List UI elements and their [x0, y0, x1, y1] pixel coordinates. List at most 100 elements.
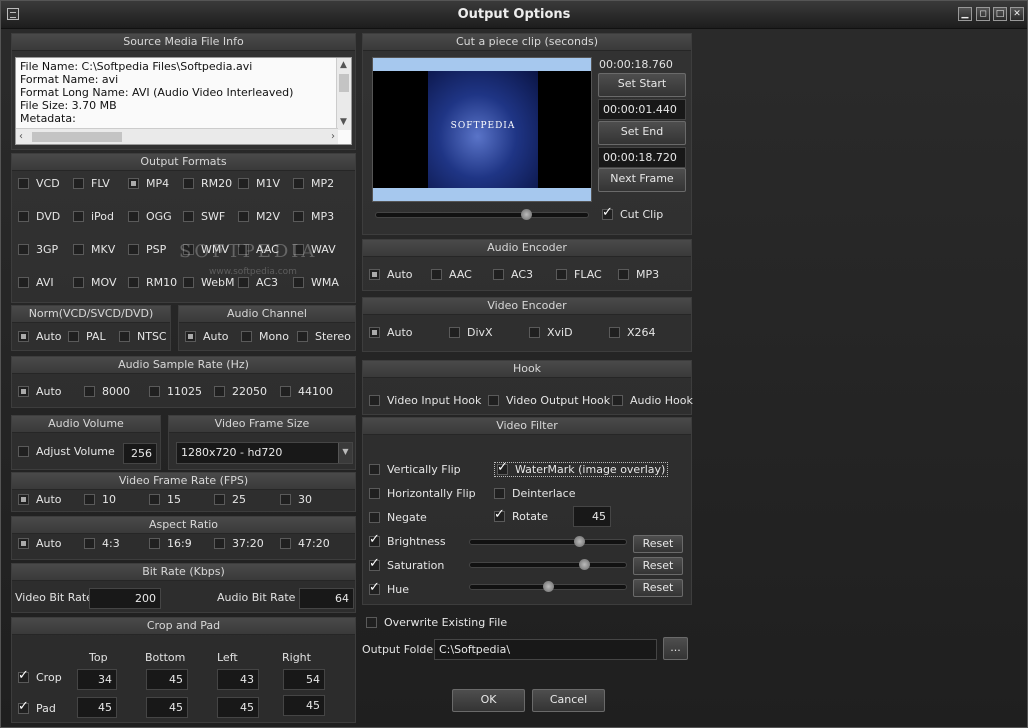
scroll-up-icon[interactable]: ▲ — [340, 59, 347, 72]
fps-10-radio[interactable]: 10 — [84, 493, 116, 506]
format-psp-radio[interactable]: PSP — [128, 243, 166, 256]
info-vertical-scrollbar[interactable]: ▲ ▼ — [336, 58, 351, 130]
set-start-button[interactable]: Set Start — [598, 73, 686, 97]
sample-22050-radio[interactable]: 22050 — [214, 385, 267, 398]
frame-size-select[interactable]: 1280x720 - hd720 ▼ — [176, 442, 353, 464]
pad-left-input[interactable]: 45 — [217, 697, 259, 718]
sample-8000-radio[interactable]: 8000 — [84, 385, 130, 398]
deinterlace-checkbox[interactable]: Deinterlace — [494, 487, 575, 500]
aspect-4-3-radio[interactable]: 4:3 — [84, 537, 120, 550]
crop-right-input[interactable]: 54 — [283, 669, 325, 690]
aenc-auto-radio[interactable]: Auto — [369, 268, 413, 281]
negate-checkbox[interactable]: Negate — [369, 511, 427, 524]
format-vcd-radio[interactable]: VCD — [18, 177, 60, 190]
info-horizontal-scrollbar[interactable]: ‹ › — [16, 128, 338, 144]
format-wma-radio[interactable]: WMA — [293, 276, 339, 289]
pad-checkbox[interactable]: Pad — [18, 699, 56, 715]
next-frame-button[interactable]: Next Frame — [598, 168, 686, 192]
format-swf-radio[interactable]: SWF — [183, 210, 225, 223]
format-mp4-radio[interactable]: MP4 — [128, 177, 169, 190]
format-mp2-radio[interactable]: MP2 — [293, 177, 334, 190]
hue-slider[interactable] — [469, 581, 627, 592]
aspect-16-9-radio[interactable]: 16:9 — [149, 537, 192, 550]
channel-auto-radio[interactable]: Auto — [185, 330, 229, 343]
norm-auto-radio[interactable]: Auto — [18, 330, 62, 343]
scroll-right-icon[interactable]: › — [331, 130, 335, 143]
venc-auto-radio[interactable]: Auto — [369, 326, 413, 339]
venc-xvid-radio[interactable]: XviD — [529, 326, 573, 339]
restore-button[interactable]: ◻ — [976, 7, 990, 21]
video-output-hook-checkbox[interactable]: Video Output Hook — [488, 394, 610, 407]
aspect-37-20-radio[interactable]: 37:20 — [214, 537, 264, 550]
start-time-input[interactable]: 00:00:01.440 — [598, 99, 686, 120]
format-ogg-radio[interactable]: OGG — [128, 210, 172, 223]
format-avi-radio[interactable]: AVI — [18, 276, 54, 289]
slider-knob[interactable] — [578, 559, 590, 570]
brightness-checkbox[interactable]: Brightness — [369, 532, 446, 548]
format-webm-radio[interactable]: WebM — [183, 276, 234, 289]
pad-right-input[interactable]: 45 — [283, 695, 325, 716]
crop-left-input[interactable]: 43 — [217, 669, 259, 690]
fps-25-radio[interactable]: 25 — [214, 493, 246, 506]
audio-bit-rate-input[interactable]: 64 — [299, 588, 354, 609]
watermark-checkbox[interactable]: WaterMark (image overlay) — [494, 460, 669, 477]
pad-top-input[interactable]: 45 — [77, 697, 117, 718]
aspect-47-20-radio[interactable]: 47:20 — [280, 537, 330, 550]
overwrite-checkbox[interactable]: Overwrite Existing File — [366, 616, 507, 629]
aenc-mp3-radio[interactable]: MP3 — [618, 268, 659, 281]
minimize-button[interactable]: ▁ — [958, 7, 972, 21]
sample-44100-radio[interactable]: 44100 — [280, 385, 333, 398]
aspect-auto-radio[interactable]: Auto — [18, 537, 62, 550]
aenc-flac-radio[interactable]: FLAC — [556, 268, 602, 281]
norm-ntsc-radio[interactable]: NTSC — [119, 330, 167, 343]
pad-bottom-input[interactable]: 45 — [146, 697, 188, 718]
ok-button[interactable]: OK — [452, 689, 525, 712]
audio-hook-checkbox[interactable]: Audio Hook — [612, 394, 693, 407]
format-flv-radio[interactable]: FLV — [73, 177, 110, 190]
saturation-slider[interactable] — [469, 559, 627, 570]
adjust-volume-checkbox[interactable]: Adjust Volume — [18, 445, 115, 458]
saturation-checkbox[interactable]: Saturation — [369, 556, 444, 572]
browse-folder-button[interactable]: ... — [663, 637, 688, 660]
brightness-slider[interactable] — [469, 536, 627, 547]
venc-x264-radio[interactable]: X264 — [609, 326, 656, 339]
format-mkv-radio[interactable]: MKV — [73, 243, 115, 256]
venc-divx-radio[interactable]: DivX — [449, 326, 493, 339]
fps-30-radio[interactable]: 30 — [280, 493, 312, 506]
format-ac3-radio[interactable]: AC3 — [238, 276, 278, 289]
cancel-button[interactable]: Cancel — [532, 689, 605, 712]
video-input-hook-checkbox[interactable]: Video Input Hook — [369, 394, 481, 407]
aenc-aac-radio[interactable]: AAC — [431, 268, 472, 281]
hue-checkbox[interactable]: Hue — [369, 580, 409, 596]
maximize-button[interactable]: □ — [993, 7, 1007, 21]
output-folder-input[interactable]: C:\Softpedia\ — [434, 639, 657, 660]
crop-bottom-input[interactable]: 45 — [146, 669, 188, 690]
norm-pal-radio[interactable]: PAL — [68, 330, 106, 343]
format-3gp-radio[interactable]: 3GP — [18, 243, 58, 256]
vertically-flip-checkbox[interactable]: Vertically Flip — [369, 463, 461, 476]
rotate-input[interactable]: 45 — [573, 506, 611, 527]
channel-mono-radio[interactable]: Mono — [241, 330, 289, 343]
slider-knob[interactable] — [520, 209, 532, 220]
format-rm10-radio[interactable]: RM10 — [128, 276, 177, 289]
format-ipod-radio[interactable]: iPod — [73, 210, 114, 223]
horizontally-flip-checkbox[interactable]: Horizontally Flip — [369, 487, 476, 500]
format-mp3-radio[interactable]: MP3 — [293, 210, 334, 223]
slider-knob[interactable] — [542, 581, 554, 592]
rotate-checkbox[interactable]: Rotate — [494, 507, 548, 523]
sample-auto-radio[interactable]: Auto — [18, 385, 62, 398]
close-button[interactable]: ✕ — [1010, 7, 1024, 21]
channel-stereo-radio[interactable]: Stereo — [297, 330, 351, 343]
scroll-left-icon[interactable]: ‹ — [19, 130, 23, 143]
fps-auto-radio[interactable]: Auto — [18, 493, 62, 506]
crop-top-input[interactable]: 34 — [77, 669, 117, 690]
set-end-button[interactable]: Set End — [598, 121, 686, 145]
format-m2v-radio[interactable]: M2V — [238, 210, 280, 223]
format-rm20-radio[interactable]: RM20 — [183, 177, 232, 190]
saturation-reset-button[interactable]: Reset — [633, 557, 683, 575]
sample-11025-radio[interactable]: 11025 — [149, 385, 202, 398]
format-dvd-radio[interactable]: DVD — [18, 210, 60, 223]
cut-clip-checkbox[interactable]: Cut Clip — [602, 205, 663, 221]
format-mov-radio[interactable]: MOV — [73, 276, 116, 289]
aenc-ac3-radio[interactable]: AC3 — [493, 268, 533, 281]
